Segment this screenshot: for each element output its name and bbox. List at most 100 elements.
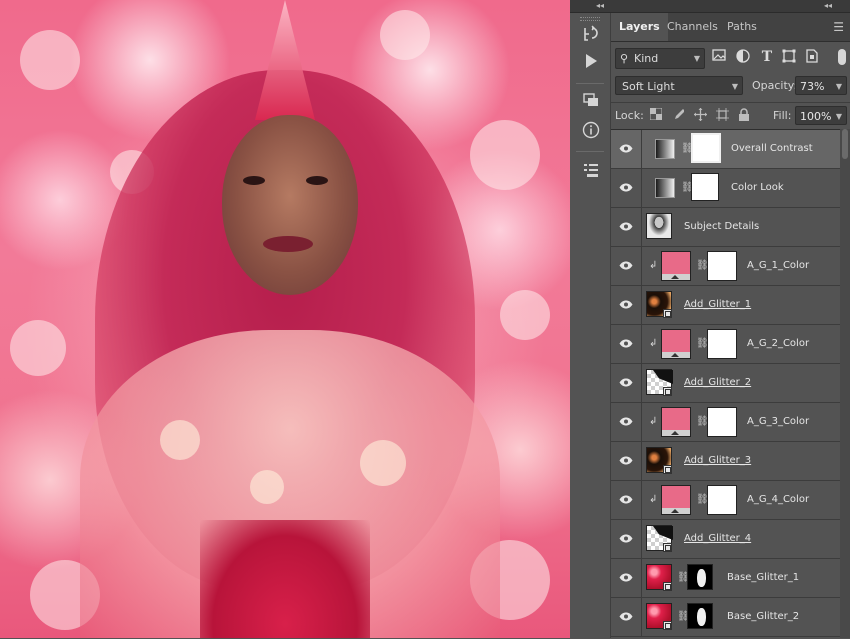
layer-row-a-g-2-color[interactable]: ↲ ⛓ A_G_2_Color (611, 325, 840, 364)
link-icon[interactable]: ⛓ (681, 142, 694, 156)
clipping-mask-arrow-icon: ↲ (649, 494, 658, 505)
tab-paths[interactable]: Paths (719, 13, 765, 41)
dock-header[interactable]: ◂◂ ◂◂ (570, 0, 850, 13)
blend-mode-dropdown[interactable]: Soft Light ▼ (615, 76, 743, 95)
filter-adjustment-layers-icon[interactable] (735, 49, 751, 65)
layer-mask-thumbnail[interactable] (691, 173, 719, 201)
link-icon[interactable]: ⛓ (677, 610, 690, 624)
layer-mask-thumbnail[interactable] (687, 564, 713, 590)
layer-name[interactable]: Add_Glitter_1 (684, 286, 751, 324)
actions-play-icon[interactable] (580, 53, 602, 75)
panel-menu-icon[interactable]: ☰ (833, 20, 844, 34)
fill-color-thumbnail[interactable] (661, 485, 691, 515)
layer-name[interactable]: Color Look (731, 169, 784, 207)
layer-row-add-glitter-4[interactable]: Add_Glitter_4 (611, 520, 840, 559)
lock-artboard-icon[interactable] (715, 108, 729, 122)
layer-row-subject-details[interactable]: Subject Details (611, 208, 840, 247)
chevron-down-icon[interactable]: ▼ (836, 77, 842, 96)
properties-icon[interactable] (580, 161, 602, 183)
layer-thumbnail[interactable] (646, 213, 672, 239)
visibility-toggle[interactable] (611, 559, 642, 597)
link-icon[interactable]: ⛓ (696, 415, 709, 429)
filter-toggle-switch[interactable] (838, 49, 846, 65)
visibility-toggle[interactable] (611, 169, 642, 207)
lock-all-icon[interactable] (737, 108, 751, 122)
filter-shape-layers-icon[interactable] (781, 49, 797, 65)
layer-mask-thumbnail[interactable] (707, 329, 737, 359)
layer-name[interactable]: A_G_1_Color (747, 247, 809, 285)
collapse-left-icon[interactable]: ◂◂ (596, 0, 604, 12)
filter-pixel-layers-icon[interactable] (711, 49, 727, 65)
layer-name[interactable]: Add_Glitter_3 (684, 442, 751, 480)
layer-row-a-g-4-color[interactable]: ↲ ⛓ A_G_4_Color (611, 481, 840, 520)
layer-row-overall-contrast[interactable]: ⛓ Overall Contrast (611, 130, 840, 169)
layer-row-base-glitter-1[interactable]: ⛓ Base_Glitter_1 (611, 559, 840, 598)
filter-type-layers-icon[interactable]: T (759, 49, 775, 65)
fill-color-thumbnail[interactable] (661, 251, 691, 281)
link-icon[interactable]: ⛓ (696, 259, 709, 273)
layer-mask-thumbnail[interactable] (707, 407, 737, 437)
document-canvas[interactable] (0, 0, 570, 638)
fill-field[interactable]: 100% ▼ (795, 106, 847, 125)
lock-position-icon[interactable] (693, 108, 707, 122)
layer-row-add-glitter-2[interactable]: Add_Glitter_2 (611, 364, 840, 403)
lock-transparent-pixels-icon[interactable] (649, 107, 663, 122)
layer-name[interactable]: Base_Glitter_2 (727, 598, 799, 636)
visibility-toggle[interactable] (611, 520, 642, 558)
link-icon[interactable]: ⛓ (677, 571, 690, 585)
link-icon[interactable]: ⛓ (696, 337, 709, 351)
visibility-toggle[interactable] (611, 364, 642, 402)
layer-name[interactable]: Add_Glitter_2 (684, 364, 751, 402)
layer-name[interactable]: A_G_4_Color (747, 481, 809, 519)
chevron-down-icon[interactable]: ▼ (836, 107, 842, 126)
layer-name[interactable]: A_G_2_Color (747, 325, 809, 363)
tab-channels[interactable]: Channels (659, 13, 726, 41)
layer-row-add-glitter-1[interactable]: Add_Glitter_1 (611, 286, 840, 325)
grip-icon[interactable] (580, 17, 600, 21)
fill-color-thumbnail[interactable] (661, 407, 691, 437)
smart-object-icon (663, 582, 672, 591)
lock-image-pixels-icon[interactable] (671, 108, 685, 122)
subject-eye-left (243, 176, 265, 185)
layer-name[interactable]: Base_Glitter_1 (727, 559, 799, 597)
visibility-toggle[interactable] (611, 286, 642, 324)
layer-name[interactable]: Subject Details (684, 208, 759, 246)
layer-mask-thumbnail[interactable] (707, 251, 737, 281)
layer-mask-thumbnail[interactable] (687, 603, 713, 629)
adjustment-thumbnail[interactable] (655, 178, 675, 198)
visibility-toggle[interactable] (611, 403, 642, 441)
layer-row-color-look[interactable]: ⛓ Color Look (611, 169, 840, 208)
visibility-toggle[interactable] (611, 130, 642, 168)
visibility-toggle[interactable] (611, 481, 642, 519)
collapse-right-icon[interactable]: ◂◂ (824, 0, 832, 12)
opacity-field[interactable]: 73% ▼ (795, 76, 847, 95)
layer-name[interactable]: Overall Contrast (731, 130, 813, 168)
visibility-toggle[interactable] (611, 598, 642, 636)
info-icon[interactable] (580, 121, 602, 143)
history-icon[interactable] (580, 25, 602, 47)
visibility-toggle[interactable] (611, 442, 642, 480)
visibility-toggle[interactable] (611, 208, 642, 246)
fill-color-thumbnail[interactable] (661, 329, 691, 359)
adjustment-thumbnail[interactable] (655, 139, 675, 159)
layer-name[interactable]: A_G_3_Color (747, 403, 809, 441)
libraries-icon[interactable] (580, 91, 602, 113)
layer-name[interactable]: Add_Glitter_4 (684, 520, 751, 558)
link-icon[interactable]: ⛓ (696, 493, 709, 507)
visibility-toggle[interactable] (611, 325, 642, 363)
filter-smart-objects-icon[interactable] (804, 49, 820, 65)
layer-list-scrollbar[interactable] (840, 129, 850, 638)
filter-kind-dropdown[interactable]: ⚲ Kind ▼ (615, 48, 705, 69)
layer-mask-thumbnail[interactable] (707, 485, 737, 515)
visibility-toggle[interactable] (611, 247, 642, 285)
layer-row-a-g-1-color[interactable]: ↲ ⛓ A_G_1_Color (611, 247, 840, 286)
eye-icon (619, 612, 633, 621)
layer-mask-thumbnail[interactable] (691, 133, 721, 163)
divider (576, 83, 604, 84)
layer-row-base-glitter-2[interactable]: ⛓ Base_Glitter_2 (611, 598, 840, 637)
eye-icon (619, 339, 633, 348)
layer-row-a-g-3-color[interactable]: ↲ ⛓ A_G_3_Color (611, 403, 840, 442)
scrollbar-thumb[interactable] (842, 129, 848, 159)
layer-row-add-glitter-3[interactable]: Add_Glitter_3 (611, 442, 840, 481)
link-icon[interactable]: ⛓ (681, 181, 694, 195)
